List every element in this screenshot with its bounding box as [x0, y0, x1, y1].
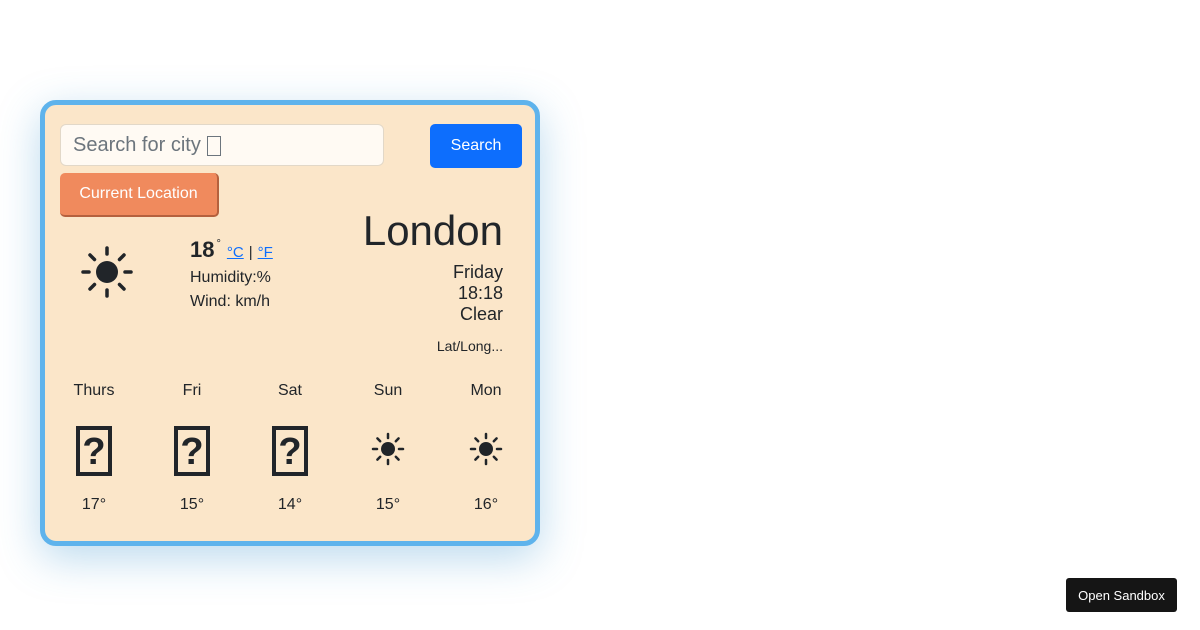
- unit-separator: |: [248, 244, 253, 261]
- day-text: Friday: [452, 262, 503, 282]
- open-sandbox-button[interactable]: Open Sandbox: [1066, 578, 1177, 612]
- forecast-day-name: Sun: [373, 382, 403, 399]
- forecast-day-name: Sat: [277, 382, 302, 399]
- forecast-day: Thurs ? 17°: [54, 381, 134, 514]
- search-input[interactable]: Search for city: [60, 124, 384, 166]
- forecast-day: Fri ? 15°: [152, 381, 232, 514]
- forecast-day: Mon 16°: [446, 381, 526, 514]
- sun-icon: [469, 432, 503, 471]
- search-placeholder: Search for city: [73, 133, 201, 156]
- current-conditions: 18 ° °C | °F Humidity:% Wind: km/h: [190, 237, 273, 311]
- date-info: Friday 18:18 Clear: [453, 262, 503, 325]
- forecast-day-name: Mon: [470, 382, 502, 399]
- time-text: 18:18: [457, 283, 503, 303]
- forecast-day-temp: 14°: [277, 496, 303, 513]
- forecast-day-temp: 15°: [179, 496, 205, 513]
- temperature-value: 18: [190, 237, 215, 262]
- current-location-button[interactable]: Current Location: [60, 173, 219, 217]
- city-name: London: [362, 207, 503, 254]
- sun-icon: [80, 245, 134, 299]
- forecast-day-temp: 16°: [473, 496, 499, 513]
- forecast-day: Sun 15°: [348, 381, 428, 514]
- fahrenheit-link[interactable]: °F: [258, 244, 273, 261]
- missing-glyph-icon: ?: [272, 426, 308, 476]
- search-button[interactable]: Search: [430, 124, 522, 168]
- forecast-day-name: Fri: [182, 382, 202, 399]
- sun-icon: [371, 432, 405, 471]
- forecast-day: Sat ? 14°: [250, 381, 330, 514]
- missing-glyph-icon: ?: [174, 426, 210, 476]
- latlong-text: Lat/Long...: [436, 338, 503, 354]
- degree-symbol: °: [216, 238, 221, 250]
- forecast-day-temp: 15°: [375, 496, 401, 513]
- missing-glyph-icon: [206, 136, 221, 156]
- humidity-text: Humidity:%: [190, 269, 271, 286]
- missing-glyph-icon: ?: [76, 426, 112, 476]
- wind-text: Wind: km/h: [190, 293, 271, 310]
- weather-card: Search for city Search Current Location …: [40, 100, 540, 546]
- forecast-day-temp: 17°: [81, 496, 107, 513]
- celsius-link[interactable]: °C: [227, 244, 244, 261]
- forecast-day-name: Thurs: [73, 382, 115, 399]
- description-text: Clear: [459, 304, 503, 324]
